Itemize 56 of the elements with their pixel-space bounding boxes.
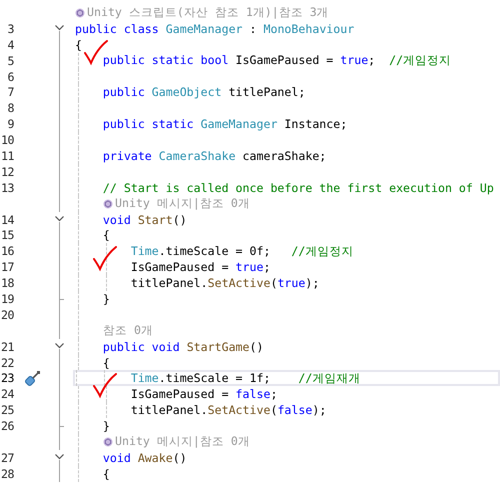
code-line: public static bool IsGamePaused = true; //게임정지 bbox=[102, 53, 452, 68]
code-line: void Start() bbox=[102, 212, 187, 227]
line-number: 16 bbox=[0, 244, 14, 258]
line-number: 15 bbox=[0, 228, 14, 242]
line-number: 14 bbox=[0, 212, 14, 227]
code-line: } bbox=[102, 419, 110, 434]
code-line: public void StartGame() bbox=[102, 340, 264, 354]
line-number: 8 bbox=[6, 101, 14, 116]
line-number: 4 bbox=[6, 38, 14, 52]
collapse-chevron-icon[interactable] bbox=[55, 24, 64, 31]
code-line: private CameraShake cameraShake; bbox=[102, 148, 326, 163]
line-number: 3 bbox=[6, 22, 14, 36]
line-number: 28 bbox=[0, 466, 14, 481]
line-number: 17 bbox=[0, 260, 14, 274]
code-line: IsGamePaused = false; bbox=[130, 387, 278, 402]
line-number: 11 bbox=[0, 148, 14, 163]
line-number: 27 bbox=[0, 450, 14, 465]
code-line: IsGamePaused = true; bbox=[130, 260, 270, 274]
code-line: titlePanel.SetActive(true); bbox=[130, 276, 320, 290]
collapse-chevron-icon[interactable] bbox=[55, 342, 64, 349]
line-number: 7 bbox=[6, 85, 14, 100]
screwdriver-icon[interactable] bbox=[25, 370, 41, 386]
line-number: 23 bbox=[0, 371, 14, 386]
collapse-chevron-icon[interactable] bbox=[55, 454, 64, 460]
line-number: 22 bbox=[0, 356, 14, 370]
line-number: 6 bbox=[6, 70, 14, 84]
code-line: { bbox=[75, 38, 82, 52]
line-number: 21 bbox=[0, 340, 14, 354]
line-number: 18 bbox=[0, 276, 14, 290]
line-number: 9 bbox=[6, 117, 14, 132]
code-line: titlePanel.SetActive(false); bbox=[130, 403, 326, 418]
line-number: 24 bbox=[0, 387, 14, 402]
codelens-text[interactable]: Unity 메시지|참조 0개 bbox=[115, 196, 250, 212]
codelens-text[interactable]: Unity 메시지|참조 0개 bbox=[115, 434, 250, 450]
code-line: // Start is called once before the first execution of Up bbox=[102, 180, 494, 195]
code-line: public static GameManager Instance; bbox=[102, 117, 348, 132]
code-line: Time.timeScale = 1f; //게임재개 bbox=[130, 370, 360, 386]
line-number: 26 bbox=[0, 419, 14, 434]
line-number: 12 bbox=[0, 164, 14, 179]
code-line: public class GameManager : MonoBehaviour bbox=[75, 22, 354, 36]
code-line: { bbox=[102, 228, 110, 242]
line-number: 25 bbox=[0, 403, 14, 418]
code-line: public GameObject titlePanel; bbox=[102, 85, 306, 100]
code-line: Time.timeScale = 0f; //게임정지 bbox=[130, 244, 354, 259]
code-line: { bbox=[102, 356, 110, 370]
line-number: 13 bbox=[0, 180, 14, 195]
collapse-chevron-icon[interactable] bbox=[55, 216, 64, 222]
codelens-text[interactable]: 참조 0개 bbox=[103, 323, 153, 338]
code-line: } bbox=[102, 292, 110, 306]
code-line: { bbox=[102, 466, 110, 481]
code-line: void Awake() bbox=[102, 450, 187, 465]
line-number: 5 bbox=[6, 54, 14, 68]
line-number: 10 bbox=[0, 133, 14, 148]
codelens-text[interactable]: Unity 스크립트(자산 참조 1개)|참조 3개 bbox=[87, 5, 329, 20]
line-number: 19 bbox=[0, 292, 14, 306]
line-number: 20 bbox=[0, 308, 14, 322]
